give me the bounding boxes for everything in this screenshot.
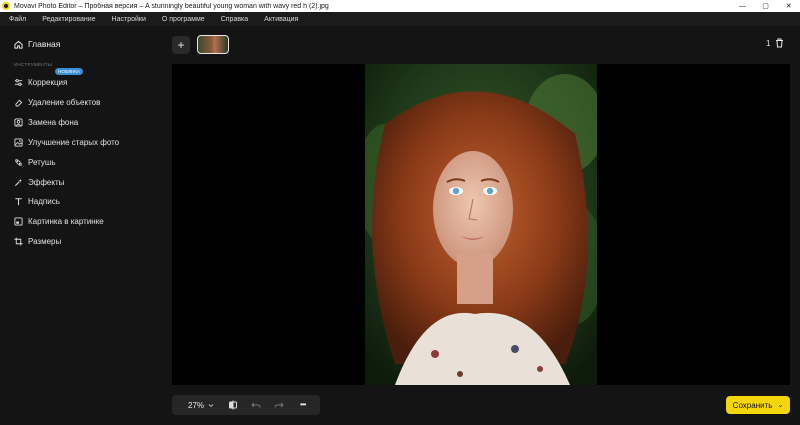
sidebar-item-text[interactable]: Надпись (14, 195, 60, 207)
home-icon (14, 40, 23, 49)
app-logo-icon (2, 2, 10, 10)
sidebar-item-label: Главная (28, 39, 61, 49)
retouch-icon (15, 158, 22, 166)
photo-preview (365, 64, 597, 385)
eraser-icon (15, 99, 23, 107)
sidebar-item-resize[interactable]: Размеры (14, 235, 61, 247)
menu-file[interactable]: Файл (9, 16, 26, 23)
photo-count: 1 (766, 39, 771, 48)
crop-icon (14, 236, 23, 246)
add-photo-button[interactable]: + (172, 36, 190, 54)
minimize-button[interactable]: — (731, 0, 754, 12)
more-options-button[interactable]: ••• (300, 400, 306, 409)
trash-icon[interactable] (775, 38, 784, 48)
sidebar-item-label: Размеры (28, 236, 62, 246)
magic-wand-icon (14, 178, 23, 186)
sidebar-item-label: Ретушь (28, 157, 56, 167)
menu-bar: Файл Редактирование Настройки О программ… (0, 12, 800, 26)
sliders-icon (14, 78, 23, 86)
section-label: ИНСТРУМЕНТЫ (14, 62, 53, 67)
menu-about[interactable]: О программе (162, 16, 205, 23)
sidebar-item-label: Эффекты (28, 177, 65, 187)
window-title: Movavi Photo Editor – Пробная версия – A… (14, 2, 329, 10)
sidebar-item-label: Улучшение старых фото (28, 137, 120, 147)
sidebar-item-old-photo-enhance[interactable]: Улучшение старых фото (14, 136, 119, 148)
old-photo-icon (14, 137, 23, 147)
save-button-label: Сохранить (732, 400, 773, 410)
sidebar-item-label: Удаление объектов (28, 97, 101, 107)
new-badge: НОВИНКА (55, 68, 83, 75)
undo-icon[interactable] (251, 400, 261, 410)
chevron-down-icon (208, 404, 214, 408)
sidebar-item-effects[interactable]: Эффекты (14, 176, 64, 188)
window-controls: — ▢ ✕ (731, 0, 800, 12)
zoom-value: 27% (188, 401, 205, 410)
sidebar-item-object-removal[interactable]: Удаление объектов (14, 96, 100, 108)
sidebar-item-label: Коррекция (28, 77, 68, 87)
maximize-button[interactable]: ▢ (754, 0, 777, 12)
close-button[interactable]: ✕ (777, 0, 800, 12)
sidebar-item-correction[interactable]: Коррекция (14, 76, 67, 88)
menu-settings[interactable]: Настройки (112, 16, 146, 23)
portrait-image (365, 64, 597, 385)
photo-thumbnail[interactable] (197, 35, 229, 54)
chevron-down-icon: ⌄ (777, 402, 784, 409)
text-icon (15, 197, 22, 205)
menu-edit[interactable]: Редактирование (42, 16, 95, 23)
sidebar-item-label: Замена фона (28, 117, 79, 127)
redo-icon[interactable] (274, 400, 284, 410)
compare-icon[interactable] (228, 400, 238, 410)
picture-in-picture-icon (14, 216, 23, 226)
portrait-icon (14, 117, 23, 127)
menu-activation[interactable]: Активация (264, 16, 298, 23)
save-button[interactable]: Сохранить ⌄ (726, 396, 790, 414)
title-bar: Movavi Photo Editor – Пробная версия – A… (0, 0, 800, 12)
sidebar-item-retouch[interactable]: Ретушь (14, 156, 56, 168)
menu-help[interactable]: Справка (221, 16, 248, 23)
zoom-select[interactable]: 27% (188, 401, 214, 410)
sidebar-item-picture-in-picture[interactable]: Картинка в картинке (14, 215, 104, 227)
sidebar-item-home[interactable]: Главная (14, 39, 60, 49)
sidebar-item-label: Картинка в картинке (28, 216, 104, 226)
sidebar: Главная ИНСТРУМЕНТЫ НОВИНКА Коррекция Уд… (0, 26, 164, 425)
sidebar-item-background-replace[interactable]: Замена фона (14, 116, 78, 128)
sidebar-item-label: Надпись (28, 196, 60, 206)
